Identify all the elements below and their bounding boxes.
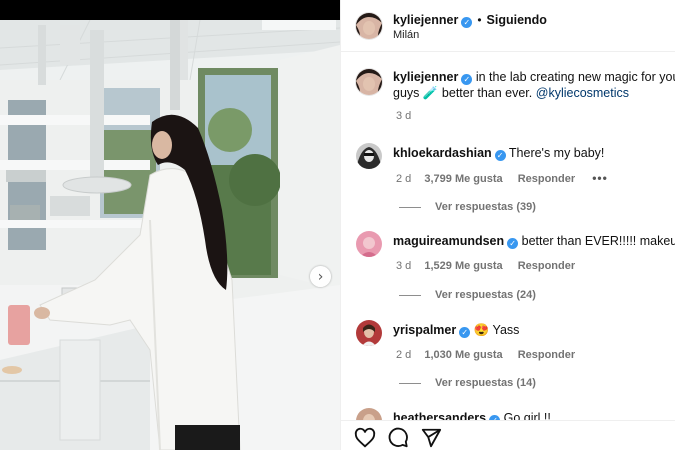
comment-text: better than EVER!!!!! makeup b — [521, 234, 675, 248]
comment-username[interactable]: yrispalmer — [393, 323, 456, 337]
comment-meta: 2 d 1,030 Me gusta Responder — [396, 349, 575, 361]
caption-body: kyliejenner ✓ in the lab creating new mag… — [393, 69, 675, 101]
commenter-avatar[interactable] — [356, 143, 382, 169]
comment-text: 😍 Yass — [473, 323, 520, 337]
view-replies-label: Ver respuestas (14) — [435, 377, 536, 389]
divider-line — [399, 294, 421, 296]
paper-plane-icon[interactable] — [420, 427, 442, 449]
comment-icon[interactable] — [387, 427, 409, 449]
comment-body: khloekardashian ✓ There's my baby! — [393, 145, 604, 161]
comment-time[interactable]: 3 d — [396, 260, 411, 272]
view-replies-button[interactable]: Ver respuestas (39) — [399, 201, 536, 213]
commenter-avatar[interactable] — [356, 320, 382, 346]
view-replies-label: Ver respuestas (39) — [435, 201, 536, 213]
comment-likes[interactable]: 3,799 Me gusta — [424, 173, 502, 185]
author-username[interactable]: kyliejenner — [393, 13, 458, 27]
avatar-image — [356, 320, 382, 346]
comment-text: There's my baby! — [508, 146, 605, 160]
avatar-image — [356, 13, 382, 39]
reply-button[interactable]: Responder — [518, 349, 575, 361]
reply-button[interactable]: Responder — [518, 173, 575, 185]
verified-badge-icon: ✓ — [461, 17, 473, 28]
reply-button[interactable]: Responder — [518, 260, 575, 272]
following-button[interactable]: Siguiendo — [487, 13, 547, 27]
chevron-right-icon: › — [317, 268, 324, 285]
author-avatar[interactable] — [356, 13, 382, 39]
comment-time[interactable]: 2 d — [396, 173, 411, 185]
view-replies-button[interactable]: Ver respuestas (24) — [399, 289, 536, 301]
post-actions-bar — [341, 420, 675, 450]
caption-mention-link[interactable]: @kyliecosmetics — [536, 86, 629, 100]
comment-meta: 2 d 3,799 Me gusta Responder ••• — [396, 171, 608, 185]
caption-username[interactable]: kyliejenner — [393, 70, 458, 84]
comment-body: maguireamundsen ✓ better than EVER!!!!! m… — [393, 233, 675, 249]
divider-line — [399, 382, 421, 384]
post-photo: › — [0, 0, 340, 450]
more-options-icon[interactable]: ••• — [592, 171, 608, 185]
avatar-image — [356, 143, 382, 169]
post-side-panel: kyliejenner ✓ • Siguiendo Milán kyliejenner… — [340, 0, 675, 450]
view-replies-button[interactable]: Ver respuestas (14) — [399, 377, 536, 389]
comment-likes[interactable]: 1,030 Me gusta — [424, 349, 502, 361]
post-header: kyliejenner ✓ • Siguiendo Milán — [341, 0, 675, 52]
caption-time[interactable]: 3 d — [396, 110, 411, 122]
comment-username[interactable]: khloekardashian — [393, 146, 492, 160]
commenter-avatar[interactable] — [356, 231, 382, 257]
avatar-image — [356, 231, 382, 257]
verified-badge-icon: ✓ — [459, 327, 471, 338]
comment-body: yrispalmer ✓ 😍 Yass — [393, 322, 519, 338]
lab-photo-illustration — [0, 20, 340, 450]
view-replies-label: Ver respuestas (24) — [435, 289, 536, 301]
avatar-image — [356, 69, 382, 95]
next-photo-button[interactable]: › — [310, 266, 331, 287]
header-title-row: kyliejenner ✓ • Siguiendo — [393, 11, 547, 29]
comment-username[interactable]: maguireamundsen — [393, 234, 504, 248]
divider-line — [399, 206, 421, 208]
verified-badge-icon: ✓ — [507, 238, 519, 249]
post-location[interactable]: Milán — [393, 29, 419, 41]
comment-meta: 3 d 1,529 Me gusta Responder — [396, 260, 575, 272]
heart-icon[interactable] — [354, 427, 376, 449]
comment-time[interactable]: 2 d — [396, 349, 411, 361]
separator-dot: • — [477, 13, 482, 27]
verified-badge-icon: ✓ — [494, 150, 506, 161]
caption-avatar[interactable] — [356, 69, 382, 95]
comment-likes[interactable]: 1,529 Me gusta — [424, 260, 502, 272]
photo-top-bar — [0, 0, 340, 20]
verified-badge-icon: ✓ — [461, 74, 473, 85]
instagram-post-view: › kyliejenner ✓ • Siguiendo Milán kyliejenn… — [0, 0, 675, 450]
